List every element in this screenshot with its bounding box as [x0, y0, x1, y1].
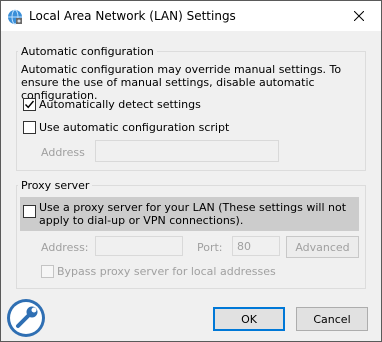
auto-config-script-checkbox[interactable] [23, 121, 36, 134]
use-proxy-label[interactable]: Use a proxy server for your LAN (These s… [39, 201, 357, 227]
automatic-configuration-description: Automatic configuration may override man… [21, 63, 342, 102]
advanced-button[interactable]: Advanced [286, 236, 359, 258]
bypass-local-checkbox[interactable] [41, 265, 54, 278]
auto-config-script-label[interactable]: Use automatic configuration script [39, 121, 229, 134]
use-proxy-checkbox[interactable] [23, 205, 36, 218]
network-settings-icon [7, 9, 23, 25]
checkmark-icon [24, 100, 35, 109]
proxy-server-legend: Proxy server [21, 179, 90, 192]
proxy-address-input[interactable] [95, 236, 183, 256]
script-address-input[interactable] [95, 140, 279, 162]
auto-detect-checkbox[interactable] [23, 98, 36, 111]
automatic-configuration-legend: Automatic configuration [21, 45, 154, 58]
proxy-port-input[interactable]: 80 [232, 236, 280, 256]
script-address-label: Address [41, 146, 85, 159]
close-button[interactable] [337, 1, 381, 31]
proxy-port-label: Port: [197, 241, 223, 254]
wrench-logo-icon [5, 297, 47, 339]
ok-button[interactable]: OK [213, 307, 285, 331]
title-bar: Local Area Network (LAN) Settings [1, 1, 381, 31]
auto-detect-label[interactable]: Automatically detect settings [39, 98, 201, 111]
window-title: Local Area Network (LAN) Settings [29, 9, 236, 23]
proxy-address-label: Address: [41, 241, 89, 254]
lan-settings-dialog: Local Area Network (LAN) Settings Automa… [0, 0, 382, 342]
cancel-button[interactable]: Cancel [296, 307, 368, 331]
bypass-local-label[interactable]: Bypass proxy server for local addresses [57, 265, 276, 278]
close-icon [354, 11, 364, 21]
